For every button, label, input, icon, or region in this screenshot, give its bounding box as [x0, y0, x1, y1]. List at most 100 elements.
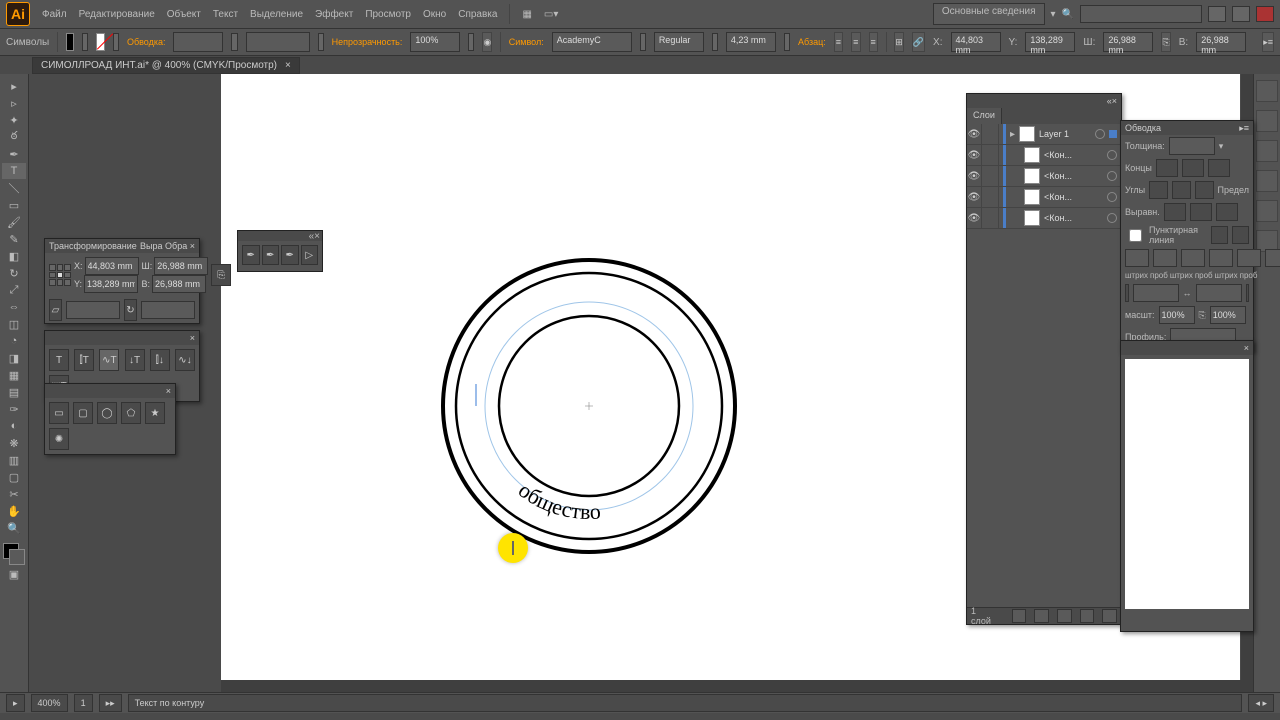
weight-field[interactable] — [1169, 137, 1215, 155]
arrow-end-sel[interactable] — [1196, 284, 1242, 302]
cap-round-icon[interactable] — [1182, 159, 1204, 177]
font-size-field[interactable]: 4,23 mm — [726, 32, 776, 52]
expand-icon[interactable]: ▸ — [1010, 129, 1015, 140]
th-field[interactable] — [152, 275, 206, 293]
h-field[interactable]: 26,988 mm — [1196, 32, 1246, 52]
target-icon[interactable] — [1107, 171, 1117, 181]
align-right-icon[interactable]: ≡ — [869, 32, 878, 52]
stroke-dropdown[interactable] — [113, 33, 119, 51]
target-icon[interactable] — [1107, 192, 1117, 202]
shear-field[interactable] — [66, 301, 120, 319]
rect-icon[interactable]: ▭ — [49, 402, 69, 424]
menu-object[interactable]: Объект — [167, 9, 201, 20]
horizontal-scrollbar[interactable] — [221, 680, 1241, 692]
menu-view[interactable]: Просмотр — [365, 9, 411, 20]
join-bevel-icon[interactable] — [1195, 181, 1214, 199]
panel-close-icon[interactable]: × — [1244, 343, 1249, 353]
mini-close-icon[interactable]: × — [314, 231, 320, 241]
x-field[interactable]: 44,803 mm — [951, 32, 1001, 52]
scale1-field[interactable] — [1159, 306, 1195, 324]
target-icon[interactable] — [1107, 150, 1117, 160]
visibility-toggle[interactable]: 👁 — [967, 124, 982, 144]
font-dd[interactable] — [640, 33, 646, 51]
symbol-sprayer-tool[interactable]: ❋ — [2, 435, 26, 451]
reference-point[interactable] — [49, 264, 71, 286]
flare-icon[interactable]: ✺ — [49, 428, 69, 450]
transform-panel[interactable]: Трансформирование Выра Обра × X: Y: Ш: В… — [44, 238, 200, 324]
eyedropper-tool[interactable]: ✑ — [2, 401, 26, 417]
panel-close-icon[interactable]: × — [166, 386, 171, 396]
tx-field[interactable] — [85, 257, 139, 275]
gradient-tool[interactable]: ▤ — [2, 384, 26, 400]
stroke-panel-icon[interactable] — [1256, 200, 1278, 222]
type-varea-icon[interactable]: ⫿↓ — [150, 349, 170, 371]
visibility-toggle[interactable]: 👁 — [967, 187, 982, 207]
zoom-tool[interactable]: 🔍 — [2, 520, 26, 536]
artboard-tool[interactable]: ▢ — [2, 469, 26, 485]
layer-name[interactable]: <Кон... — [1044, 171, 1103, 181]
type-horizontal-icon[interactable]: T — [49, 349, 69, 371]
delete-layer-icon[interactable] — [1102, 609, 1117, 623]
menu-select[interactable]: Выделение — [250, 9, 303, 20]
mesh-tool[interactable]: ▦ — [2, 367, 26, 383]
size-dd[interactable] — [784, 33, 790, 51]
link-icon[interactable]: 🔗 — [912, 32, 925, 52]
dash3[interactable] — [1237, 249, 1261, 267]
tab-align[interactable]: Выра — [140, 241, 162, 251]
menu-window[interactable]: Окно — [423, 9, 446, 20]
scale-tool[interactable]: ⤢ — [2, 282, 26, 298]
panel-close-icon[interactable]: × — [190, 333, 195, 343]
rotate-icon[interactable]: ↻ — [124, 299, 137, 321]
layer-row[interactable]: 👁 <Кон... — [967, 208, 1121, 229]
arrow-start-sel[interactable] — [1133, 284, 1179, 302]
layer-row[interactable]: 👁 <Кон... — [967, 145, 1121, 166]
symbols-panel-icon[interactable] — [1256, 170, 1278, 192]
tab-pathfinder[interactable]: Обра — [165, 241, 187, 251]
type-tool[interactable]: T — [2, 163, 26, 179]
panel-close-icon[interactable]: × — [1112, 96, 1117, 106]
locate-icon[interactable] — [1012, 609, 1027, 623]
lock-ratio-icon[interactable]: ⎘ — [1161, 32, 1170, 52]
layer-name[interactable]: <Кон... — [1044, 150, 1103, 160]
close-button[interactable] — [1256, 6, 1274, 22]
layout-icon[interactable]: ▦ — [522, 9, 531, 20]
workspace-selector[interactable]: Основные сведения — [933, 3, 1045, 25]
tw-field[interactable] — [154, 257, 208, 275]
artboard-nav[interactable]: ▸ — [6, 694, 25, 712]
blend-tool[interactable]: ◐ — [2, 418, 26, 434]
screen-mode[interactable]: ▣ — [2, 566, 26, 582]
layer-row[interactable]: 👁 <Кон... — [967, 166, 1121, 187]
shape-builder-tool[interactable]: ◔ — [2, 333, 26, 349]
font-family-field[interactable]: AcademyC — [552, 32, 632, 52]
minimize-button[interactable] — [1208, 6, 1226, 22]
shape-panel[interactable]: × ▭ ▢ ◯ ⬠ ★ ✺ — [44, 383, 176, 455]
roundrect-icon[interactable]: ▢ — [73, 402, 93, 424]
w-field[interactable]: 26,988 mm — [1103, 32, 1153, 52]
ellipse-icon[interactable]: ◯ — [97, 402, 117, 424]
cap-butt-icon[interactable] — [1156, 159, 1178, 177]
join-miter-icon[interactable] — [1149, 181, 1168, 199]
stroke-panel[interactable]: Обводка▸≡ Толщина:▾ Концы УглыПредел Выр… — [1120, 120, 1254, 352]
search-icon[interactable]: 🔍 — [1062, 9, 1074, 20]
layer-row[interactable]: 👁 ▸ Layer 1 — [967, 124, 1121, 145]
magic-wand-tool[interactable]: ✦ — [2, 112, 26, 128]
appearance-panel[interactable]: × — [1120, 340, 1254, 632]
arrow-start[interactable] — [1125, 284, 1129, 302]
arrange-icon[interactable]: ▭▾ — [544, 9, 558, 20]
dash1[interactable] — [1125, 249, 1149, 267]
scale2-field[interactable] — [1210, 306, 1246, 324]
search-input[interactable] — [1080, 5, 1202, 23]
layer-row[interactable]: 👁 <Кон... — [967, 187, 1121, 208]
fill-dropdown[interactable] — [82, 33, 88, 51]
stroke-dd[interactable] — [231, 33, 237, 51]
y-field[interactable]: 138,289 mm — [1025, 32, 1075, 52]
maximize-button[interactable] — [1232, 6, 1250, 22]
opacity-field[interactable]: 100% — [410, 32, 460, 52]
status-nav[interactable]: ◂ ▸ — [1248, 694, 1274, 712]
direct-selection-tool[interactable]: ▹ — [2, 95, 26, 111]
new-layer-icon[interactable] — [1080, 609, 1095, 623]
rotate-field[interactable] — [141, 301, 195, 319]
color-swatches[interactable] — [3, 543, 25, 565]
gap1[interactable] — [1153, 249, 1177, 267]
artboard-index[interactable]: 1 — [74, 694, 93, 712]
